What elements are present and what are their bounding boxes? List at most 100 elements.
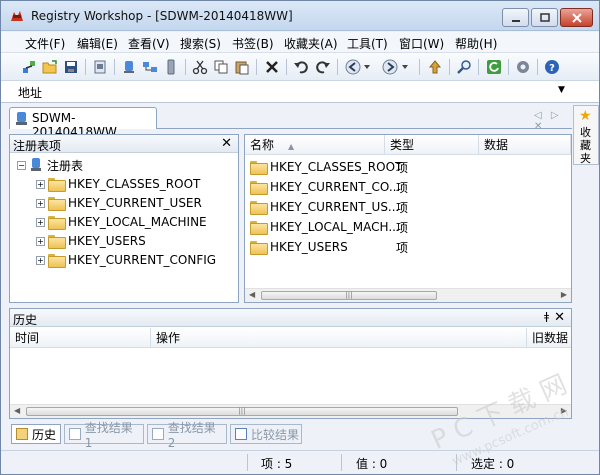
copy-icon[interactable] bbox=[212, 58, 230, 76]
menu-file[interactable]: 文件(F) bbox=[25, 35, 65, 52]
tab-scroll-arrows[interactable]: ◁ ▷ ✕ bbox=[534, 110, 572, 132]
menu-view[interactable]: 查看(V) bbox=[128, 35, 170, 52]
column-header-time[interactable]: 时间 bbox=[10, 328, 150, 348]
list-item[interactable]: HKEY_CLASSES_ROOT 项 bbox=[250, 157, 570, 177]
cut-icon[interactable] bbox=[191, 58, 209, 76]
address-input[interactable] bbox=[47, 82, 575, 101]
toolbar: ? bbox=[1, 53, 599, 81]
menu-window[interactable]: 窗口(W) bbox=[399, 35, 444, 52]
menu-edit[interactable]: 编辑(E) bbox=[77, 35, 118, 52]
list-item[interactable]: HKEY_CURRENT_US... 项 bbox=[250, 197, 570, 217]
folder-icon bbox=[250, 201, 268, 215]
export-icon[interactable] bbox=[91, 58, 109, 76]
folder-icon bbox=[250, 161, 268, 175]
list-item-type: 项 bbox=[396, 160, 409, 175]
registry-icon[interactable] bbox=[120, 58, 138, 76]
menu-tools[interactable]: 工具(T) bbox=[347, 35, 388, 52]
expand-icon[interactable]: + bbox=[36, 179, 45, 189]
expand-icon[interactable]: + bbox=[36, 255, 45, 265]
collapse-icon[interactable]: − bbox=[17, 160, 26, 170]
tab-find-results-1[interactable]: 查找结果 1 bbox=[64, 421, 144, 450]
tab-history[interactable]: 历史 bbox=[11, 424, 61, 444]
title-bar[interactable]: Registry Workshop - [SDWM-20140418WW] bbox=[1, 1, 599, 31]
undo-icon[interactable] bbox=[292, 58, 310, 76]
scroll-left-icon[interactable]: ◀ bbox=[14, 406, 20, 415]
minimize-icon bbox=[511, 19, 520, 22]
open-icon[interactable] bbox=[41, 58, 59, 76]
scroll-left-icon[interactable]: ◀ bbox=[249, 290, 255, 299]
go-up-icon[interactable] bbox=[426, 58, 444, 76]
back-dropdown-icon[interactable] bbox=[363, 58, 371, 76]
horizontal-scrollbar[interactable]: ◀ ||| ▶ bbox=[10, 404, 571, 418]
menu-help[interactable]: 帮助(H) bbox=[455, 35, 497, 52]
network-icon[interactable] bbox=[141, 58, 159, 76]
list-item-type: 项 bbox=[396, 220, 409, 235]
app-logo-icon bbox=[11, 11, 23, 21]
column-header-name[interactable]: 名称 ▲ bbox=[245, 135, 385, 155]
folder-icon bbox=[250, 221, 268, 235]
forward-icon[interactable] bbox=[381, 58, 399, 76]
scroll-thumb[interactable]: ||| bbox=[261, 291, 437, 300]
find-icon[interactable] bbox=[455, 58, 473, 76]
tree-item-label: HKEY_CURRENT_USER bbox=[68, 196, 202, 210]
document-tab[interactable]: SDWM-20140418WW bbox=[9, 107, 157, 139]
column-header-type[interactable]: 类型 bbox=[385, 135, 479, 155]
delete-icon[interactable] bbox=[263, 58, 281, 76]
folder-icon bbox=[250, 241, 268, 255]
tree-item-hkcc[interactable]: + HKEY_CURRENT_CONFIG bbox=[36, 251, 216, 269]
expand-icon[interactable]: + bbox=[36, 198, 45, 208]
tree-item-label: HKEY_CURRENT_CONFIG bbox=[68, 253, 217, 267]
menu-search[interactable]: 搜索(S) bbox=[180, 35, 221, 52]
back-icon[interactable] bbox=[344, 58, 362, 76]
tree-item-hklm[interactable]: + HKEY_LOCAL_MACHINE bbox=[36, 213, 207, 231]
close-icon[interactable]: ✕ bbox=[221, 136, 232, 151]
status-item-count: 项 : 5 bbox=[261, 457, 293, 471]
list-item[interactable]: HKEY_USERS 项 bbox=[250, 237, 570, 257]
scroll-right-icon[interactable]: ▶ bbox=[561, 406, 567, 415]
history-panel-header: 历史 ǂ ✕ bbox=[10, 309, 571, 327]
paste-icon[interactable] bbox=[233, 58, 251, 76]
column-header-label: 名称 bbox=[250, 138, 275, 152]
usb-icon[interactable] bbox=[162, 58, 180, 76]
maximize-icon bbox=[539, 12, 550, 22]
find-results-icon bbox=[152, 428, 164, 440]
horizontal-scrollbar[interactable]: ◀ ||| ▶ bbox=[245, 288, 571, 302]
scroll-thumb[interactable]: ||| bbox=[26, 407, 458, 416]
connect-icon[interactable] bbox=[20, 58, 38, 76]
tree-root[interactable]: − 注册表 bbox=[17, 156, 83, 174]
close-icon bbox=[571, 12, 582, 23]
history-panel: 历史 ǂ ✕ 时间 操作 旧数据 ◀ ||| ▶ bbox=[9, 308, 572, 419]
tree-item-hkcu[interactable]: + HKEY_CURRENT_USER bbox=[36, 194, 202, 212]
list-item[interactable]: HKEY_LOCAL_MACH... 项 bbox=[250, 217, 570, 237]
expand-icon[interactable]: + bbox=[36, 236, 45, 246]
save-icon[interactable] bbox=[62, 58, 80, 76]
list-item-name: HKEY_USERS bbox=[270, 240, 348, 254]
settings-icon[interactable] bbox=[514, 58, 532, 76]
menu-favorites[interactable]: 收藏夹(A) bbox=[284, 35, 338, 52]
tab-compare-results[interactable]: 比较结果 bbox=[230, 424, 302, 444]
list-item-name: HKEY_LOCAL_MACH... bbox=[270, 220, 400, 234]
tree-item-hkcr[interactable]: + HKEY_CLASSES_ROOT bbox=[36, 175, 200, 193]
tree-item-hku[interactable]: + HKEY_USERS bbox=[36, 232, 146, 250]
expand-icon[interactable]: + bbox=[36, 217, 45, 227]
minimize-button[interactable] bbox=[502, 8, 529, 27]
refresh-icon[interactable] bbox=[485, 58, 503, 76]
favorites-side-tab[interactable]: ★ 收藏夹 bbox=[573, 105, 599, 165]
compare-icon bbox=[235, 428, 247, 440]
menu-bookmarks[interactable]: 书签(B) bbox=[232, 35, 274, 52]
close-button[interactable] bbox=[560, 8, 593, 27]
address-dropdown-icon[interactable]: ▼ bbox=[558, 85, 570, 99]
maximize-button[interactable] bbox=[531, 8, 558, 27]
redo-icon[interactable] bbox=[314, 58, 332, 76]
column-header-old-data[interactable]: 旧数据 bbox=[526, 328, 571, 348]
column-header-operation[interactable]: 操作 bbox=[150, 328, 526, 348]
list-item[interactable]: HKEY_CURRENT_CO... 项 bbox=[250, 177, 570, 197]
pin-icon[interactable]: ǂ bbox=[544, 310, 549, 323]
forward-dropdown-icon[interactable] bbox=[401, 58, 409, 76]
close-icon[interactable]: ✕ bbox=[554, 310, 565, 325]
column-header-label: 操作 bbox=[156, 331, 181, 345]
scroll-right-icon[interactable]: ▶ bbox=[561, 290, 567, 299]
help-icon[interactable]: ? bbox=[543, 58, 561, 76]
column-header-data[interactable]: 数据 bbox=[479, 135, 571, 155]
tab-find-results-2[interactable]: 查找结果 2 bbox=[147, 421, 227, 450]
